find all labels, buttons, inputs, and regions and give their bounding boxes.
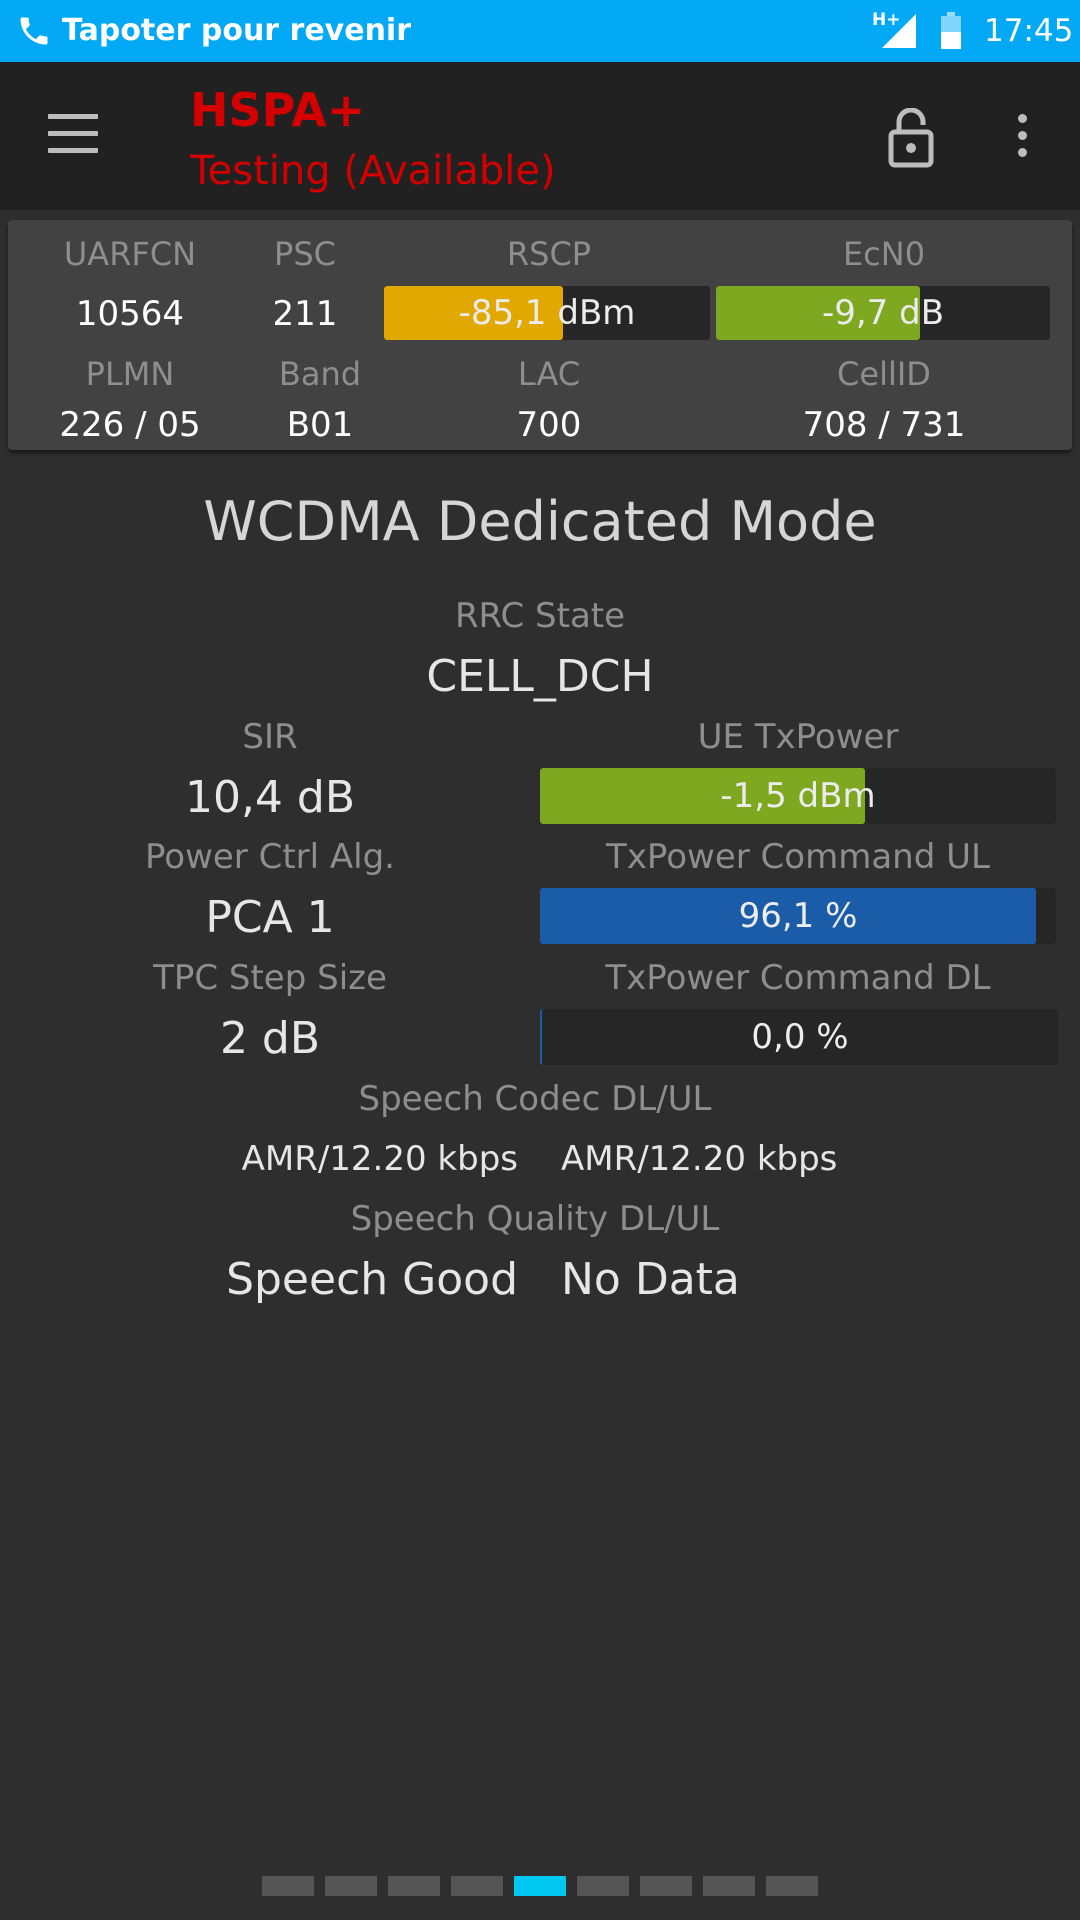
- status-bar: Tapoter pour revenir H+ 17:45: [0, 0, 1080, 62]
- signal-icon: [882, 14, 916, 48]
- page-dot[interactable]: [640, 1876, 692, 1896]
- cellid-label: CellID: [837, 355, 931, 393]
- txpower-cmd-ul-bar: 96,1 %: [540, 888, 1056, 944]
- rrc-state-label: RRC State: [454, 596, 626, 636]
- txpower-cmd-dl-value: 0,0 %: [751, 1017, 849, 1057]
- ue-txpower-label: UE TxPower: [697, 717, 899, 757]
- rrc-state-value: CELL_DCH: [426, 651, 654, 702]
- page-dot[interactable]: [577, 1876, 629, 1896]
- txpower-cmd-ul-value: 96,1 %: [738, 896, 858, 936]
- page-dot[interactable]: [262, 1876, 314, 1896]
- sir-value: 10,4 dB: [184, 772, 356, 823]
- txpower-cmd-ul-label: TxPower Command UL: [606, 837, 990, 877]
- tpc-step-value: 2 dB: [219, 1013, 321, 1064]
- psc-label: PSC: [274, 235, 336, 273]
- tpc-step-label: TPC Step Size: [153, 958, 387, 998]
- ecn0-value: -9,7 dB: [821, 293, 945, 333]
- lac-label: LAC: [517, 355, 581, 393]
- more-options-icon[interactable]: [1010, 114, 1034, 160]
- speech-codec-dl-value: AMR/12.20 kbps: [241, 1139, 518, 1179]
- ecn0-label: EcN0: [842, 235, 926, 273]
- ue-txpower-value: -1,5 dBm: [720, 776, 876, 816]
- lac-value: 700: [516, 405, 582, 445]
- ecn0-bar: -9,7 dB: [716, 286, 1050, 340]
- txpower-cmd-dl-label: TxPower Command DL: [605, 958, 991, 998]
- rscp-bar: -85,1 dBm: [384, 286, 710, 340]
- speech-codec-ul-value: AMR/12.20 kbps: [561, 1139, 838, 1179]
- psc-value: 211: [272, 294, 338, 334]
- page-dot[interactable]: [514, 1876, 566, 1896]
- rscp-label: RSCP: [506, 235, 592, 273]
- page-dot[interactable]: [451, 1876, 503, 1896]
- rscp-value: -85,1 dBm: [458, 293, 636, 333]
- txpower-cmd-dl-bar: 0,0 %: [540, 1009, 1058, 1065]
- power-ctrl-value: PCA 1: [205, 892, 335, 943]
- power-ctrl-label: Power Ctrl Alg.: [144, 837, 395, 877]
- speech-codec-label: Speech Codec DL/UL: [358, 1079, 712, 1119]
- plmn-value: 226 / 05: [59, 405, 201, 445]
- page-dot[interactable]: [388, 1876, 440, 1896]
- mode-title: WCDMA Dedicated Mode: [203, 490, 877, 553]
- ue-txpower-bar: -1,5 dBm: [540, 768, 1056, 824]
- return-to-call-text[interactable]: Tapoter pour revenir: [62, 12, 411, 50]
- lock-open-icon[interactable]: [888, 108, 934, 168]
- app-bar: HSPA+ Testing (Available): [0, 62, 1080, 210]
- battery-icon: [941, 12, 961, 49]
- plmn-label: PLMN: [85, 355, 175, 393]
- page-dot[interactable]: [325, 1876, 377, 1896]
- cellid-value: 708 / 731: [802, 405, 966, 445]
- uarfcn-value: 10564: [75, 294, 185, 334]
- uarfcn-label: UARFCN: [63, 235, 197, 273]
- speech-quality-ul-value: No Data: [561, 1254, 740, 1305]
- clock: 17:45: [984, 13, 1074, 49]
- speech-quality-dl-value: Speech Good: [226, 1254, 518, 1305]
- sir-label: SIR: [242, 717, 298, 757]
- network-status-subtitle: Testing (Available): [190, 148, 556, 194]
- cell-info-panel: UARFCN PSC RSCP EcN0 10564 211 -85,1 dBm…: [8, 220, 1072, 450]
- page-dot[interactable]: [766, 1876, 818, 1896]
- speech-quality-label: Speech Quality DL/UL: [350, 1199, 720, 1239]
- network-technology-title: HSPA+: [190, 83, 366, 137]
- page-dot[interactable]: [703, 1876, 755, 1896]
- menu-icon[interactable]: [48, 114, 98, 154]
- phone-icon[interactable]: [14, 13, 54, 49]
